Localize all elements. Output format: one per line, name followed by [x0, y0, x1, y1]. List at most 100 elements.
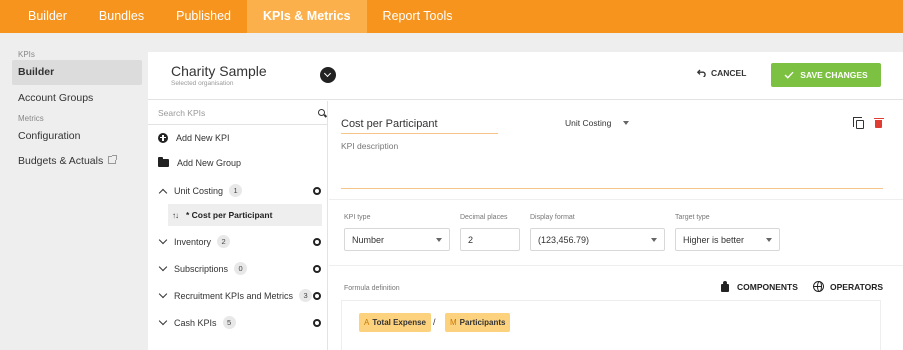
- sidebar-section-kpis: KPIs: [18, 50, 35, 59]
- add-group-label: Add New Group: [177, 157, 242, 168]
- group-subscriptions[interactable]: Subscriptions 0: [148, 255, 327, 282]
- nav-bundles[interactable]: Bundles: [83, 0, 160, 33]
- nav-published[interactable]: Published: [160, 0, 247, 33]
- puzzle-icon: [720, 281, 731, 292]
- target-type-select[interactable]: Higher is better: [675, 228, 780, 251]
- group-name: Unit Costing: [174, 185, 224, 196]
- nav-builder[interactable]: Builder: [0, 0, 83, 33]
- chevron-down-icon[interactable]: [158, 289, 168, 298]
- main-panel: Charity Sample Selected organisation CAN…: [148, 52, 903, 350]
- caret-down-icon: [623, 121, 630, 125]
- save-label: SAVE CHANGES: [800, 70, 868, 80]
- external-link-icon: [108, 155, 118, 165]
- caret-down-icon: [436, 237, 442, 242]
- sidebar-item-label: Budgets & Actuals: [18, 155, 104, 167]
- kpi-item-label: * Cost per Participant: [186, 210, 273, 220]
- group-name: Recruitment KPIs and Metrics: [174, 290, 294, 301]
- components-label: COMPONENTS: [737, 281, 798, 292]
- count-badge: 5: [222, 316, 236, 329]
- top-nav: Builder Bundles Published KPIs & Metrics…: [0, 0, 903, 33]
- sidebar-section-metrics: Metrics: [18, 114, 44, 123]
- kpi-settings: KPI type Number Decimal places 2 Display…: [329, 199, 903, 265]
- save-button[interactable]: SAVE CHANGES: [771, 63, 881, 87]
- caret-down-icon: [766, 237, 772, 242]
- plus-circle-icon: [158, 132, 168, 143]
- sidebar: KPIs Builder Account Groups Metrics Conf…: [0, 33, 148, 350]
- kpi-type-label: KPI type: [344, 214, 371, 221]
- nav-kpis-metrics[interactable]: KPIs & Metrics: [247, 0, 367, 33]
- chevron-down-icon[interactable]: [158, 235, 168, 244]
- group-cash-kpis[interactable]: Cash KPIs 5: [148, 309, 327, 336]
- count-badge: 0: [234, 262, 248, 275]
- gear-icon[interactable]: [312, 237, 322, 246]
- token-type: A: [364, 318, 370, 327]
- kpi-name-field[interactable]: [341, 115, 498, 134]
- kpi-type-select[interactable]: Number: [344, 228, 450, 251]
- target-type-value: Higher is better: [683, 234, 745, 245]
- formula-operator[interactable]: /: [433, 317, 436, 327]
- formula-label: Formula definition: [344, 285, 400, 292]
- org-subtitle: Selected organisation: [171, 80, 234, 87]
- target-type-label: Target type: [675, 214, 710, 221]
- nav-report-tools[interactable]: Report Tools: [367, 0, 469, 33]
- operators-label: OPERATORS: [830, 281, 884, 292]
- group-name: Inventory: [174, 236, 212, 247]
- copy-icon[interactable]: [853, 117, 864, 129]
- search-row: [148, 101, 327, 125]
- sidebar-item-builder[interactable]: Builder: [12, 60, 142, 85]
- cancel-button[interactable]: CANCEL: [697, 68, 746, 78]
- kpi-description-field[interactable]: [341, 141, 883, 189]
- kpi-type-value: Number: [352, 234, 385, 245]
- gear-icon[interactable]: [312, 264, 322, 273]
- cancel-label: CANCEL: [711, 68, 747, 78]
- gear-icon[interactable]: [312, 318, 322, 327]
- decimal-places-value: 2: [468, 234, 474, 245]
- group-recruitment[interactable]: Recruitment KPIs and Metrics 3: [148, 282, 327, 309]
- sidebar-item-account-groups[interactable]: Account Groups: [12, 86, 142, 111]
- folder-icon: [158, 156, 169, 167]
- group-select[interactable]: Unit Costing: [565, 118, 630, 128]
- formula-token[interactable]: A Total Expense: [359, 313, 431, 332]
- token-label: Participants: [459, 318, 506, 327]
- display-format-value: (123,456.79): [538, 234, 590, 245]
- formula-token[interactable]: M Participants: [445, 313, 511, 332]
- count-badge: 1: [229, 184, 243, 197]
- chevron-up-icon[interactable]: [158, 188, 168, 197]
- chevron-down-icon[interactable]: [158, 262, 168, 271]
- add-group-button[interactable]: Add New Group: [148, 150, 327, 175]
- trash-icon[interactable]: [873, 117, 884, 128]
- group-select-value: Unit Costing: [565, 118, 612, 128]
- org-name: Charity Sample: [171, 63, 267, 79]
- gear-icon[interactable]: [312, 291, 322, 300]
- kpi-item-selected[interactable]: ↑↓ * Cost per Participant: [168, 204, 322, 226]
- search-input[interactable]: [158, 105, 308, 121]
- chevron-down-icon[interactable]: [158, 316, 168, 325]
- undo-icon: [697, 69, 706, 77]
- operators-button[interactable]: OPERATORS: [813, 281, 883, 292]
- check-icon: [784, 71, 794, 79]
- kpi-list: Add New KPI Add New Group Unit Costing 1…: [148, 101, 328, 350]
- group-inventory[interactable]: Inventory 2: [148, 228, 327, 255]
- kpi-editor: Unit Costing KPI type Number Decimal pla…: [329, 101, 903, 350]
- display-format-label: Display format: [530, 214, 575, 221]
- components-button[interactable]: COMPONENTS: [720, 281, 798, 292]
- group-unit-costing[interactable]: Unit Costing 1: [148, 177, 327, 204]
- panel-header: Charity Sample Selected organisation CAN…: [148, 52, 903, 100]
- chevron-down-icon[interactable]: [320, 67, 336, 83]
- search-icon[interactable]: [318, 109, 325, 116]
- decimal-places-field[interactable]: 2: [460, 228, 520, 251]
- globe-icon: [813, 281, 824, 292]
- count-badge: 3: [299, 289, 313, 302]
- group-name: Cash KPIs: [174, 317, 217, 328]
- decimal-places-label: Decimal places: [460, 214, 508, 221]
- gear-icon[interactable]: [312, 186, 322, 195]
- sidebar-item-budgets-actuals[interactable]: Budgets & Actuals: [12, 149, 142, 174]
- count-badge: 2: [217, 235, 231, 248]
- group-name: Subscriptions: [174, 263, 229, 274]
- display-format-select[interactable]: (123,456.79): [530, 228, 665, 251]
- caret-down-icon: [651, 237, 657, 242]
- add-kpi-button[interactable]: Add New KPI: [148, 125, 327, 150]
- sidebar-item-configuration[interactable]: Configuration: [12, 124, 142, 149]
- drag-sort-icon[interactable]: ↑↓: [172, 211, 179, 220]
- add-kpi-label: Add New KPI: [176, 132, 230, 143]
